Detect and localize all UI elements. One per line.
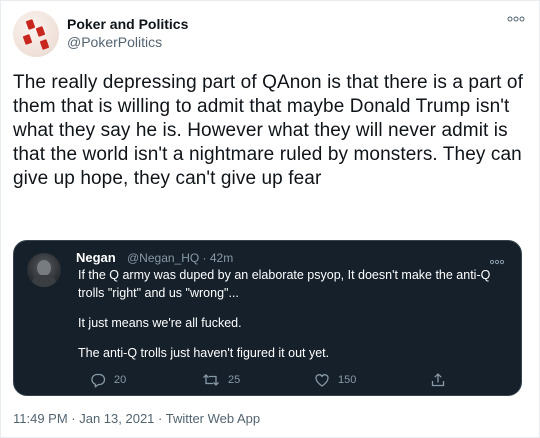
quoted-avatar[interactable]: [27, 253, 61, 287]
quoted-tweet[interactable]: Negan @Negan_HQ · 42m If the Q army was …: [13, 240, 522, 396]
more-icon[interactable]: [507, 15, 525, 23]
avatar[interactable]: [13, 11, 59, 57]
quoted-text-line-2: It just means we're all fucked.: [78, 316, 242, 330]
author-name[interactable]: Poker and Politics: [67, 16, 188, 32]
quoted-author-name[interactable]: Negan: [76, 250, 116, 265]
share-button[interactable]: [430, 370, 454, 390]
like-icon: [315, 374, 329, 387]
retweet-count: 25: [228, 374, 241, 386]
like-button[interactable]: 150: [314, 370, 356, 390]
tweet-timestamp[interactable]: 11:49 PM · Jan 13, 2021 · Twitter Web Ap…: [13, 411, 260, 426]
like-count: 150: [338, 374, 357, 386]
quoted-handle-time: @Negan_HQ · 42m: [127, 251, 234, 265]
retweet-icon: [203, 374, 219, 386]
reply-count: 20: [114, 374, 127, 386]
quoted-text-line-3: The anti-Q trolls just haven't figured i…: [78, 346, 330, 360]
reply-icon: [91, 373, 106, 388]
author-handle[interactable]: @PokerPolitics: [67, 34, 162, 50]
retweet-button[interactable]: 25: [202, 370, 240, 390]
tweet-text: The really depressing part of QAnon is t…: [13, 72, 523, 189]
reply-button[interactable]: 20: [90, 370, 126, 390]
quoted-text-line-1: If the Q army was duped by an elaborate …: [78, 268, 491, 300]
share-icon: [431, 373, 445, 387]
tweet-card: Poker and Politics @PokerPolitics The re…: [0, 0, 540, 438]
quoted-action-bar: 20 25 150: [78, 370, 518, 390]
